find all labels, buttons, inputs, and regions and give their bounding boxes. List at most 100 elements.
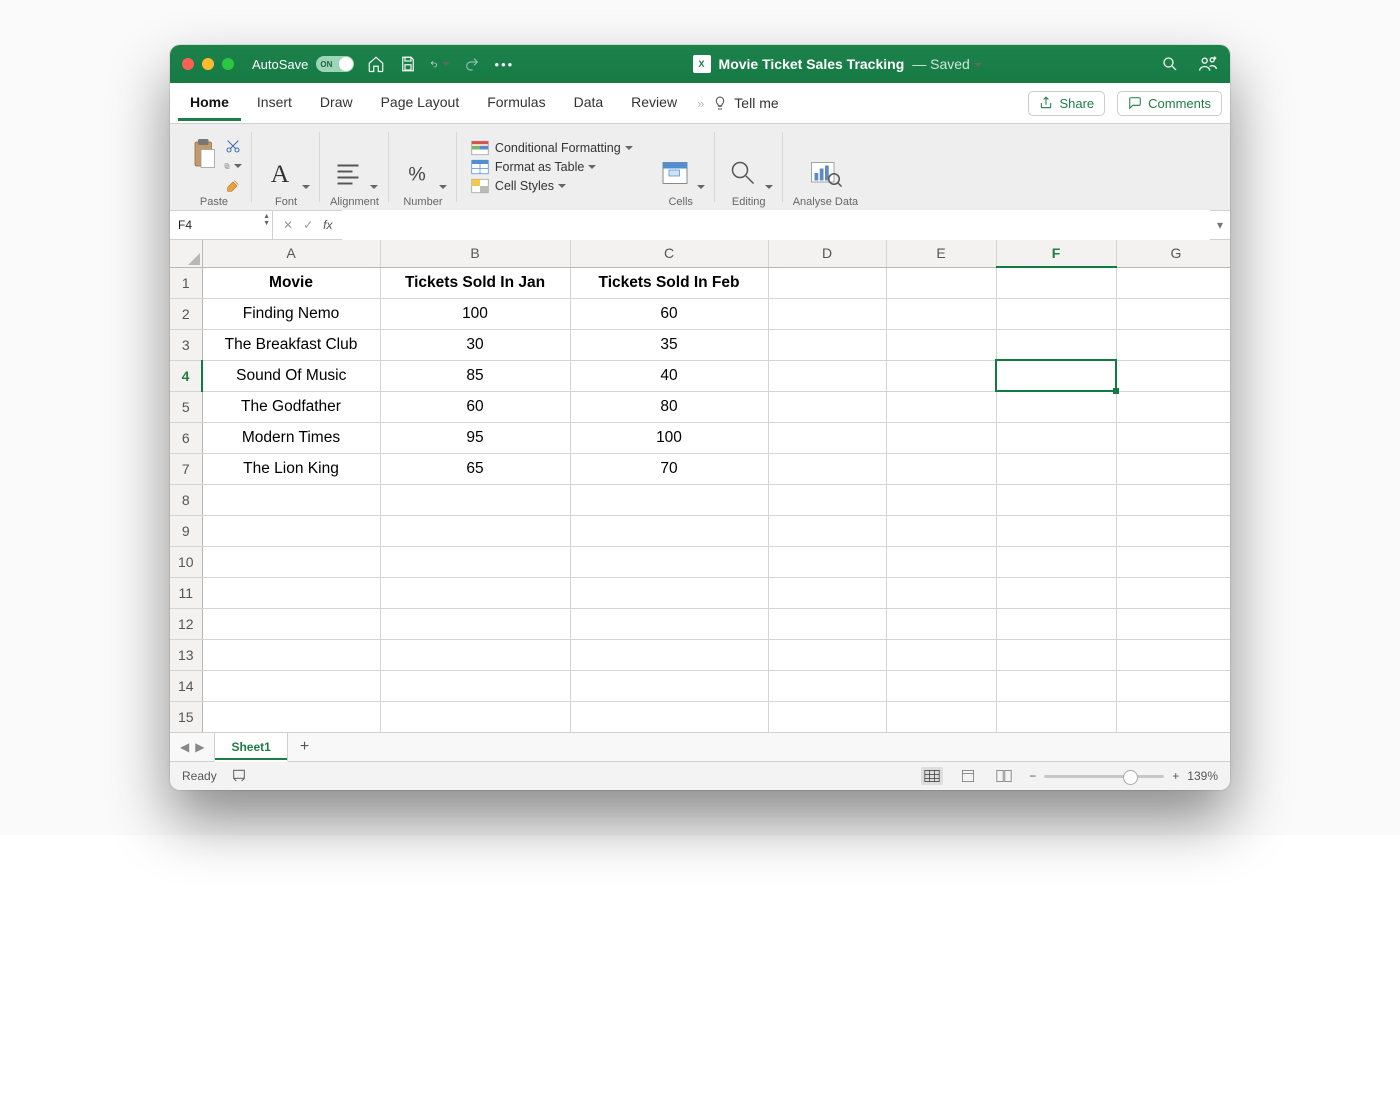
row-header-9[interactable]: 9 — [170, 515, 202, 546]
search-icon[interactable] — [1160, 54, 1180, 74]
cell-B8[interactable] — [380, 484, 570, 515]
cell-C2[interactable]: 60 — [570, 298, 768, 329]
add-sheet-button[interactable]: + — [288, 733, 321, 761]
cell-E5[interactable] — [886, 391, 996, 422]
cell-F6[interactable] — [996, 422, 1116, 453]
conditional-formatting-button[interactable]: Conditional Formatting — [471, 140, 633, 156]
save-status[interactable]: — Saved — [912, 56, 982, 72]
cell-D1[interactable] — [768, 267, 886, 298]
cell-E9[interactable] — [886, 515, 996, 546]
cell-B9[interactable] — [380, 515, 570, 546]
sheet-nav-next-icon[interactable]: ▶ — [195, 740, 204, 754]
tab-overflow-icon[interactable]: » — [693, 96, 708, 111]
cell-B4[interactable]: 85 — [380, 360, 570, 391]
cell-G13[interactable] — [1116, 639, 1230, 670]
cell-F9[interactable] — [996, 515, 1116, 546]
cell-E1[interactable] — [886, 267, 996, 298]
autosave-switch[interactable]: ON — [316, 56, 354, 72]
accessibility-icon[interactable] — [231, 767, 247, 786]
cell-A1[interactable]: Movie — [202, 267, 380, 298]
cell-D12[interactable] — [768, 608, 886, 639]
cell-F11[interactable] — [996, 577, 1116, 608]
cell-G14[interactable] — [1116, 670, 1230, 701]
formula-input[interactable] — [342, 210, 1210, 240]
cell-E13[interactable] — [886, 639, 996, 670]
column-header-G[interactable]: G — [1116, 240, 1230, 267]
sheet-nav-prev-icon[interactable]: ◀ — [180, 740, 189, 754]
sheet-tab-active[interactable]: Sheet1 — [214, 733, 287, 762]
cell-D2[interactable] — [768, 298, 886, 329]
cell-styles-button[interactable]: Cell Styles — [471, 178, 566, 194]
cell-D4[interactable] — [768, 360, 886, 391]
cell-G8[interactable] — [1116, 484, 1230, 515]
cell-F4[interactable] — [996, 360, 1116, 391]
cell-F3[interactable] — [996, 329, 1116, 360]
row-header-5[interactable]: 5 — [170, 391, 202, 422]
font-group[interactable]: A Font — [252, 124, 320, 210]
cell-G12[interactable] — [1116, 608, 1230, 639]
cell-G7[interactable] — [1116, 453, 1230, 484]
cell-E2[interactable] — [886, 298, 996, 329]
cell-G9[interactable] — [1116, 515, 1230, 546]
paste-button[interactable] — [186, 136, 222, 175]
cell-G4[interactable] — [1116, 360, 1230, 391]
cell-A13[interactable] — [202, 639, 380, 670]
cell-G1[interactable] — [1116, 267, 1230, 298]
cell-G6[interactable] — [1116, 422, 1230, 453]
undo-button[interactable] — [430, 54, 450, 74]
cell-G5[interactable] — [1116, 391, 1230, 422]
cell-F8[interactable] — [996, 484, 1116, 515]
cell-E7[interactable] — [886, 453, 996, 484]
close-window-button[interactable] — [182, 58, 194, 70]
number-group[interactable]: % Number — [389, 124, 457, 210]
cell-C8[interactable] — [570, 484, 768, 515]
cell-A7[interactable]: The Lion King — [202, 453, 380, 484]
cell-A3[interactable]: The Breakfast Club — [202, 329, 380, 360]
cell-B12[interactable] — [380, 608, 570, 639]
ribbon-tab-formulas[interactable]: Formulas — [475, 86, 557, 121]
cell-C5[interactable]: 80 — [570, 391, 768, 422]
cell-A6[interactable]: Modern Times — [202, 422, 380, 453]
zoom-slider[interactable] — [1044, 775, 1164, 778]
maximize-window-button[interactable] — [222, 58, 234, 70]
minimize-window-button[interactable] — [202, 58, 214, 70]
column-header-C[interactable]: C — [570, 240, 768, 267]
redo-button[interactable] — [462, 54, 482, 74]
cell-C7[interactable]: 70 — [570, 453, 768, 484]
cell-E6[interactable] — [886, 422, 996, 453]
cells-group[interactable]: Cells — [647, 124, 715, 210]
cell-D8[interactable] — [768, 484, 886, 515]
cell-D6[interactable] — [768, 422, 886, 453]
column-header-A[interactable]: A — [202, 240, 380, 267]
fx-icon[interactable]: fx — [323, 218, 332, 232]
cell-B6[interactable]: 95 — [380, 422, 570, 453]
cell-C4[interactable]: 40 — [570, 360, 768, 391]
cell-F13[interactable] — [996, 639, 1116, 670]
cell-C12[interactable] — [570, 608, 768, 639]
cell-C10[interactable] — [570, 546, 768, 577]
cell-B10[interactable] — [380, 546, 570, 577]
column-header-E[interactable]: E — [886, 240, 996, 267]
row-header-12[interactable]: 12 — [170, 608, 202, 639]
ribbon-tab-page-layout[interactable]: Page Layout — [369, 86, 472, 121]
row-header-3[interactable]: 3 — [170, 329, 202, 360]
cell-D11[interactable] — [768, 577, 886, 608]
cell-C6[interactable]: 100 — [570, 422, 768, 453]
cell-B14[interactable] — [380, 670, 570, 701]
name-box[interactable]: F4 ▲▼ — [170, 211, 273, 239]
view-page-break-icon[interactable] — [993, 767, 1015, 785]
comments-button[interactable]: Comments — [1117, 91, 1222, 116]
ribbon-tab-data[interactable]: Data — [562, 86, 616, 121]
row-header-14[interactable]: 14 — [170, 670, 202, 701]
cell-A11[interactable] — [202, 577, 380, 608]
ribbon-tab-review[interactable]: Review — [619, 86, 689, 121]
cut-button[interactable] — [224, 138, 242, 154]
alignment-group[interactable]: Alignment — [320, 124, 389, 210]
accept-formula-icon[interactable]: ✓ — [303, 218, 313, 232]
autosave-toggle[interactable]: AutoSave ON — [252, 56, 354, 72]
row-header-2[interactable]: 2 — [170, 298, 202, 329]
tell-me-search[interactable]: Tell me — [712, 95, 778, 111]
editing-group[interactable]: Editing — [715, 124, 783, 210]
cell-B2[interactable]: 100 — [380, 298, 570, 329]
ribbon-tab-home[interactable]: Home — [178, 86, 241, 121]
